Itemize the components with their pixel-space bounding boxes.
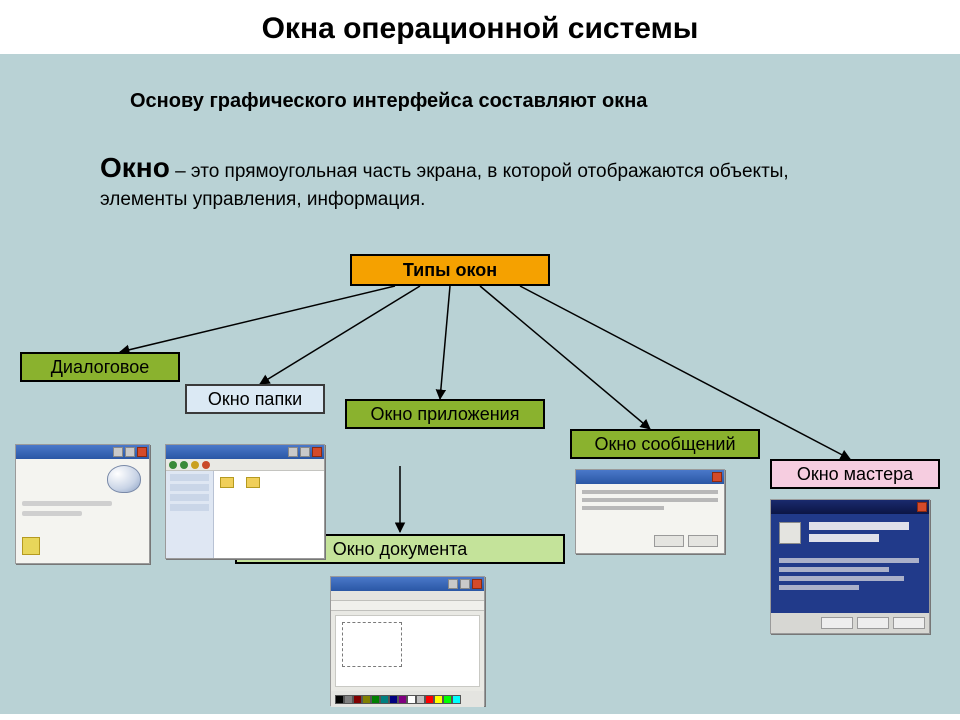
palette-swatch	[362, 695, 371, 704]
leaf-folder-window: Окно папки	[185, 384, 325, 414]
definition-body: – это прямоугольная часть экрана, в кото…	[100, 161, 789, 210]
thumb-titlebar	[166, 445, 324, 459]
thumb-titlebar	[331, 577, 484, 591]
slide-body: Основу графического интерфейса составляю…	[0, 54, 960, 714]
leaf-application-window: Окно приложения	[345, 399, 545, 429]
thumb-titlebar	[576, 470, 724, 484]
palette-swatch	[389, 695, 398, 704]
color-palette	[331, 691, 484, 707]
palette-swatch	[452, 695, 461, 704]
leaf-dialog-window: Диалоговое	[20, 352, 180, 382]
definition-term: Окно	[100, 152, 170, 183]
palette-swatch	[434, 695, 443, 704]
palette-swatch	[425, 695, 434, 704]
leaf-message-window: Окно сообщений	[570, 429, 760, 459]
slide-title-area: Окна операционной системы	[0, 0, 960, 54]
palette-swatch	[371, 695, 380, 704]
thumbnail-folder	[165, 444, 325, 559]
palette-swatch	[353, 695, 362, 704]
thumb-titlebar	[771, 500, 929, 514]
thumb-titlebar	[16, 445, 149, 459]
palette-swatch	[398, 695, 407, 704]
thumbnail-document	[330, 576, 485, 706]
thumbnail-message	[575, 469, 725, 554]
mouse-icon	[107, 465, 141, 493]
palette-swatch	[380, 695, 389, 704]
thumbnail-wizard	[770, 499, 930, 634]
leaf-wizard-window: Окно мастера	[770, 459, 940, 489]
slide-title: Окна операционной системы	[0, 12, 960, 46]
palette-swatch	[344, 695, 353, 704]
intro-text: Основу графического интерфейса составляю…	[130, 89, 830, 113]
root-node-types: Типы окон	[350, 254, 550, 286]
palette-swatch	[407, 695, 416, 704]
thumbnail-dialog	[15, 444, 150, 564]
palette-swatch	[416, 695, 425, 704]
definition-text: Окно – это прямоугольная часть экрана, в…	[100, 149, 800, 212]
palette-swatch	[443, 695, 452, 704]
palette-swatch	[335, 695, 344, 704]
